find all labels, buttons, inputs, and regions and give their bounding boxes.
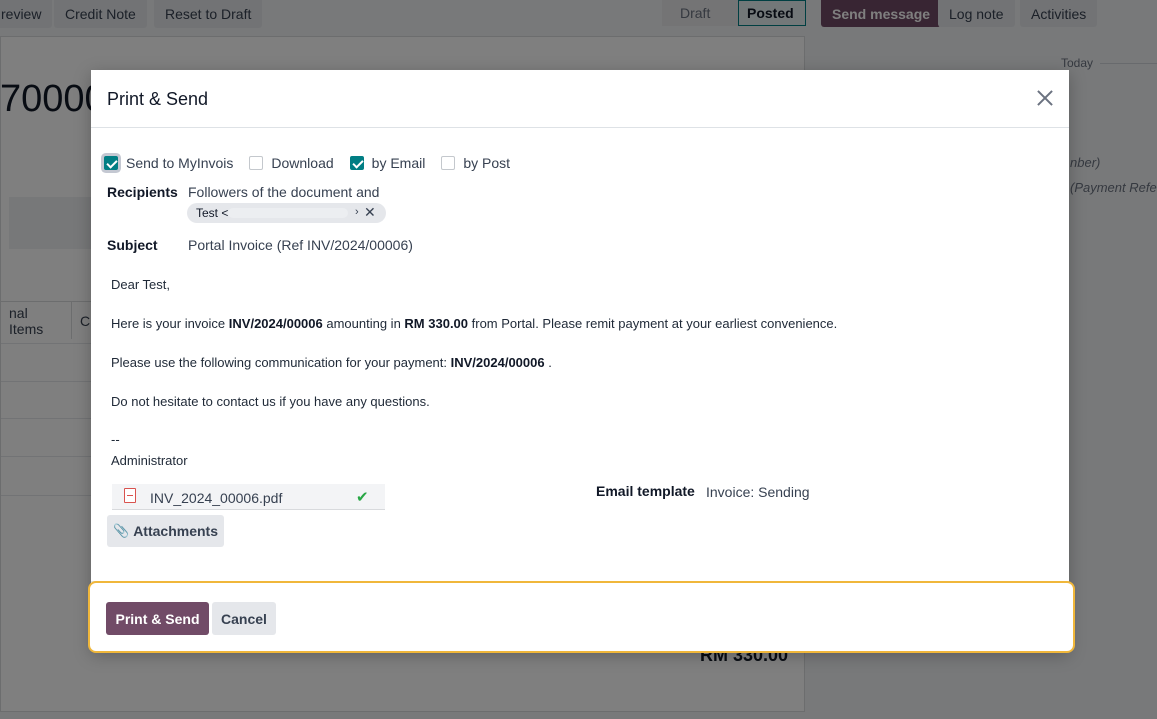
option-label[interactable]: by Email: [372, 155, 426, 171]
body-greeting: Dear Test,: [111, 277, 171, 292]
check-icon: ✔: [356, 489, 369, 506]
body-line-contact: Do not hesitate to contact us if you hav…: [111, 394, 430, 409]
attachment-item[interactable]: INV_2024_00006.pdf ✔: [112, 484, 385, 510]
pdf-file-icon: [124, 488, 136, 503]
email-template-field[interactable]: Invoice: Sending: [706, 484, 810, 500]
checkbox-send-to-myinvois[interactable]: [104, 156, 118, 170]
dialog-footer: Print & Send Cancel: [88, 581, 1075, 653]
option-send-to-myinvois[interactable]: Send to MyInvois: [104, 155, 233, 171]
body-line-communication: Please use the following communication f…: [111, 355, 552, 370]
option-label[interactable]: by Post: [463, 155, 510, 171]
send-options: Send to MyInvois Download by Email by Po…: [104, 154, 526, 172]
checkbox-download[interactable]: [249, 156, 264, 170]
option-by-post[interactable]: by Post: [441, 155, 510, 171]
dialog-header: Print & Send: [91, 70, 1069, 128]
recipients-text: Followers of the document and: [188, 184, 380, 200]
option-by-email[interactable]: by Email: [349, 155, 426, 171]
subject-label: Subject: [107, 237, 158, 253]
dialog-title: Print & Send: [107, 89, 209, 109]
attachments-label: Attachments: [133, 523, 218, 539]
option-download[interactable]: Download: [249, 155, 334, 171]
body-signature: Administrator: [111, 453, 188, 468]
option-label[interactable]: Download: [271, 155, 333, 171]
attachments-button[interactable]: 📎 Attachments: [107, 515, 224, 547]
remove-tag-icon[interactable]: ✕: [364, 204, 376, 221]
close-icon[interactable]: [1033, 86, 1057, 110]
print-and-send-button[interactable]: Print & Send: [106, 602, 209, 635]
paperclip-icon: 📎: [113, 523, 130, 538]
tag-bracket: ›: [355, 206, 359, 218]
attachment-filename[interactable]: INV_2024_00006.pdf: [150, 490, 282, 506]
body-signature-dash: --: [111, 432, 120, 447]
email-template-label: Email template: [596, 483, 695, 499]
option-label[interactable]: Send to MyInvois: [126, 155, 233, 171]
checkbox-by-email[interactable]: [349, 156, 364, 170]
recipients-label: Recipients: [107, 184, 178, 200]
redacted-email: [228, 208, 348, 218]
body-line-invoice: Here is your invoice INV/2024/00006 amou…: [111, 316, 838, 331]
recipient-tag[interactable]: Test < › ✕: [187, 203, 386, 223]
subject-field[interactable]: Portal Invoice (Ref INV/2024/00006): [188, 237, 413, 253]
recipient-tag-label: Test <: [196, 206, 229, 220]
cancel-button[interactable]: Cancel: [212, 602, 276, 635]
print-send-dialog: Print & Send Send to MyInvois Download b…: [91, 70, 1069, 651]
checkbox-by-post[interactable]: [441, 156, 456, 170]
